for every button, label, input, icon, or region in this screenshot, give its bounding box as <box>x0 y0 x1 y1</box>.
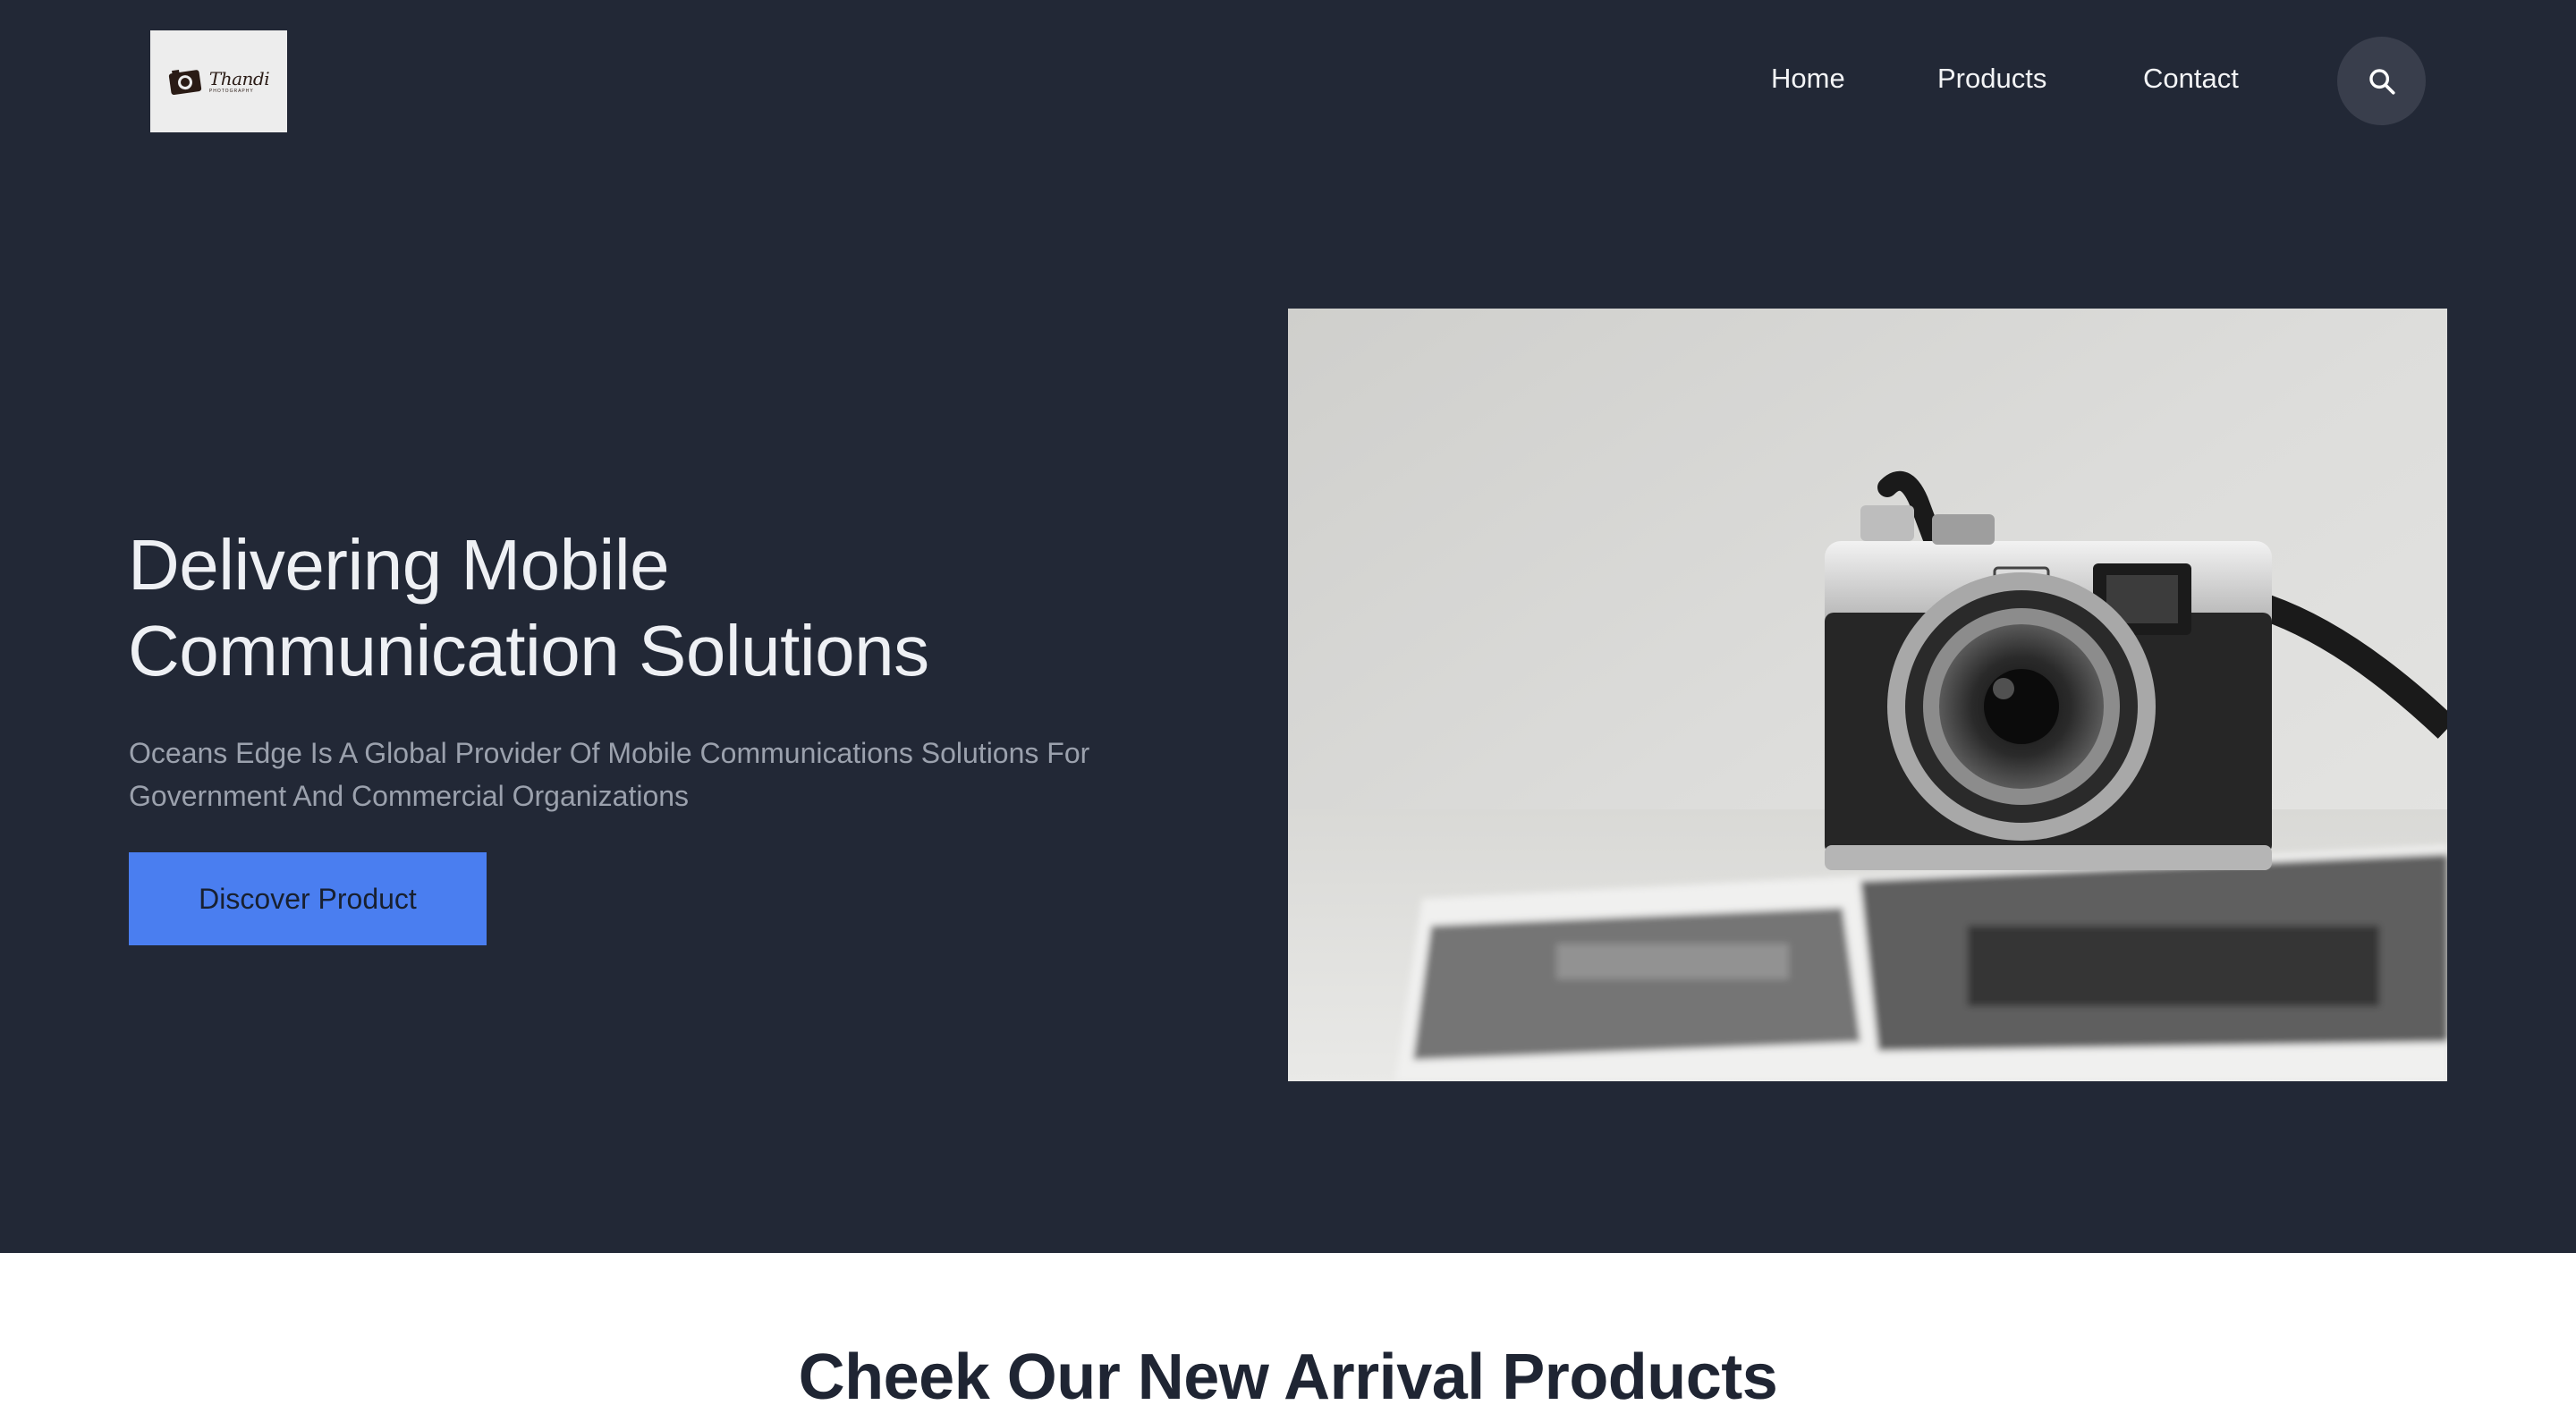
nav-item-home[interactable]: Home <box>1771 63 1845 95</box>
section-title: Cheek Our New Arrival Products <box>798 1342 1778 1413</box>
brand-logo[interactable]: Thandi PHOTOGRAPHY <box>150 30 287 132</box>
logo-subtitle: PHOTOGRAPHY <box>208 88 254 94</box>
nav-item-products[interactable]: Products <box>1937 63 2046 95</box>
search-button[interactable] <box>2337 37 2426 125</box>
search-icon <box>2368 68 2395 95</box>
camera-logo-icon <box>168 66 204 97</box>
nav-item-contact[interactable]: Contact <box>2143 63 2239 95</box>
hero-section: Thandi PHOTOGRAPHY Home Products Contact… <box>0 0 2576 1253</box>
hero-subtitle: Oceans Edge Is A Global Provider Of Mobi… <box>129 737 1090 812</box>
discover-product-button[interactable]: Discover Product <box>129 852 487 945</box>
logo-word: Thandi <box>208 67 270 89</box>
hero-title: Delivering Mobile Communication Solution… <box>128 525 929 690</box>
logo-text: Thandi PHOTOGRAPHY <box>208 67 270 94</box>
hero-camera-image <box>1288 309 2447 1081</box>
